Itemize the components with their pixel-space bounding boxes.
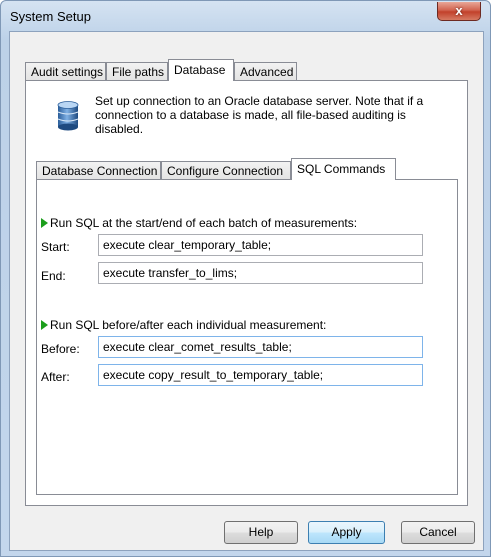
measurement-section-heading: Run SQL before/after each individual mea… (41, 318, 326, 332)
sql-commands-panel: Run SQL at the start/end of each batch o… (36, 179, 458, 495)
help-button[interactable]: Help (224, 521, 298, 544)
dialog-client-area: Audit settings File paths Database Advan… (9, 31, 484, 551)
green-arrow-icon (41, 320, 48, 330)
start-sql-input[interactable]: execute clear_temporary_table; (98, 234, 423, 256)
database-icon (57, 101, 79, 131)
batch-section-heading: Run SQL at the start/end of each batch o… (41, 216, 357, 230)
before-label: Before: (41, 342, 80, 356)
subtab-configure-connection[interactable]: Configure Connection (161, 161, 291, 180)
window-title: System Setup (10, 9, 91, 24)
subtab-database-connection[interactable]: Database Connection (36, 161, 161, 180)
batch-heading-text: Run SQL at the start/end of each batch o… (50, 216, 358, 230)
green-arrow-icon (41, 218, 48, 228)
window-frame: System Setup x Audit settings File paths… (0, 0, 491, 557)
tab-advanced[interactable]: Advanced (234, 62, 297, 81)
measurement-heading-text: Run SQL before/after each individual mea… (50, 318, 327, 332)
close-button[interactable]: x (437, 2, 481, 21)
before-sql-input[interactable]: execute clear_comet_results_table; (98, 336, 423, 358)
after-sql-input[interactable]: execute copy_result_to_temporary_table; (98, 364, 423, 386)
cancel-button[interactable]: Cancel (401, 521, 475, 544)
after-label: After: (41, 370, 70, 384)
apply-button[interactable]: Apply (308, 521, 385, 544)
end-sql-input[interactable]: execute transfer_to_lims; (98, 262, 423, 284)
subtab-sql-commands[interactable]: SQL Commands (291, 158, 396, 180)
tab-audit-settings[interactable]: Audit settings (25, 62, 106, 81)
tab-database[interactable]: Database (168, 59, 234, 81)
tab-file-paths[interactable]: File paths (106, 62, 168, 81)
info-text: Set up connection to an Oracle database … (95, 94, 424, 136)
end-label: End: (41, 269, 66, 283)
start-label: Start: (41, 240, 70, 254)
database-tab-panel: Set up connection to an Oracle database … (25, 80, 468, 506)
